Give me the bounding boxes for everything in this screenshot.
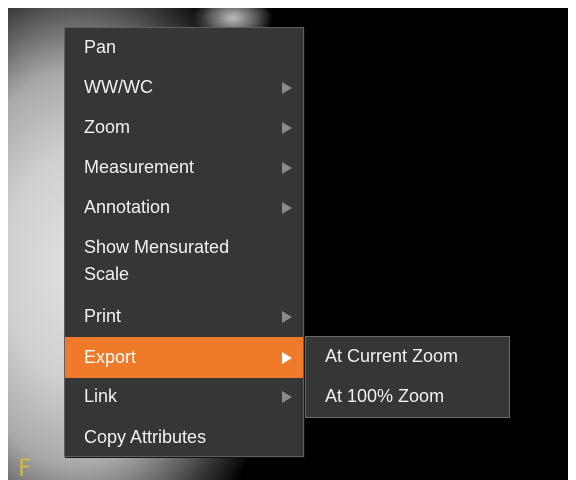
menu-item-export[interactable]: Export — [65, 337, 303, 378]
submenu-arrow-icon — [282, 201, 292, 214]
menu-item-annotation[interactable]: Annotation — [65, 194, 303, 221]
menu-item-label: Link — [84, 386, 118, 406]
menu-item-ww-wc[interactable]: WW/WC — [65, 74, 303, 101]
menu-item-label: Pan — [84, 37, 117, 57]
menu-item-label: Annotation — [84, 197, 171, 217]
orientation-marker: F — [18, 454, 32, 480]
submenu-arrow-icon — [282, 81, 292, 94]
menu-item-copy-attributes[interactable]: Copy Attributes — [65, 424, 303, 451]
menu-item-label: Export — [84, 347, 137, 367]
menu-item-link[interactable]: Link — [65, 383, 303, 410]
menu-item-label: WW/WC — [84, 77, 153, 97]
submenu-item-at-current-zoom[interactable]: At Current Zoom — [306, 343, 509, 370]
menu-item-zoom[interactable]: Zoom — [65, 114, 303, 141]
submenu-item-label: At 100% Zoom — [325, 386, 445, 406]
submenu-arrow-icon — [282, 121, 292, 134]
menu-item-show-mensurated-scale[interactable]: Show Mensurated Scale — [65, 234, 303, 288]
menu-item-measurement[interactable]: Measurement — [65, 154, 303, 181]
menu-item-label-line1: Show Mensurated — [84, 237, 230, 257]
context-menu: Pan WW/WC Zoom Measurement Annotation Sh… — [64, 27, 304, 457]
submenu-item-label: At Current Zoom — [325, 346, 459, 366]
export-submenu: At Current Zoom At 100% Zoom — [305, 336, 510, 418]
submenu-arrow-icon — [282, 161, 292, 174]
submenu-arrow-icon — [282, 351, 292, 364]
menu-item-label: Measurement — [84, 157, 195, 177]
menu-item-label-line2: Scale — [84, 264, 130, 284]
submenu-arrow-icon — [282, 310, 292, 323]
submenu-item-at-100-zoom[interactable]: At 100% Zoom — [306, 383, 509, 410]
menu-item-pan[interactable]: Pan — [65, 34, 303, 61]
menu-item-label: Copy Attributes — [84, 427, 207, 447]
submenu-arrow-icon — [282, 390, 292, 403]
menu-item-label: Zoom — [84, 117, 131, 137]
menu-item-label: Print — [84, 306, 122, 326]
menu-item-print[interactable]: Print — [65, 303, 303, 330]
